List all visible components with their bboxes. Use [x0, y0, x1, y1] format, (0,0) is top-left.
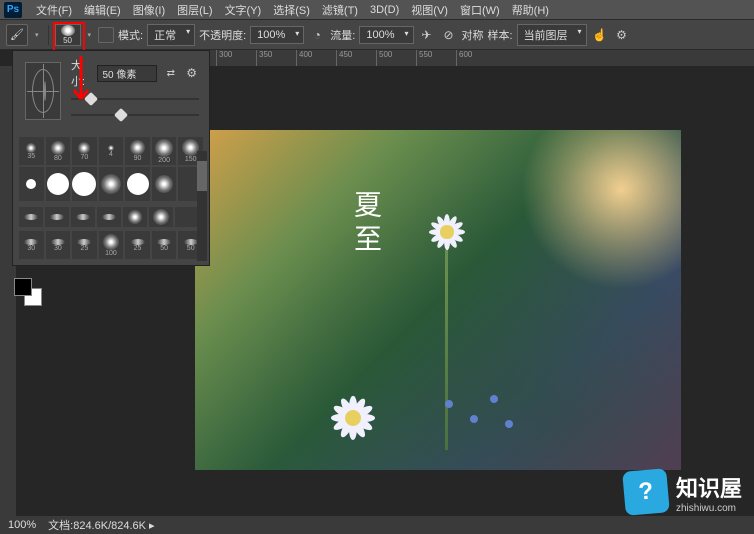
- brush-preview-dot: [61, 25, 75, 36]
- pressure-opacity-icon[interactable]: ◔: [308, 26, 326, 44]
- menu-file[interactable]: 文件(F): [30, 2, 78, 18]
- brush-preset-picker[interactable]: 50: [55, 24, 81, 46]
- brush-preset-grid: 35 80 70 4 90 200 150: [13, 131, 209, 207]
- blend-mode-select[interactable]: 正常: [147, 24, 195, 46]
- document-canvas[interactable]: 夏至: [195, 130, 681, 470]
- brush-angle-preview[interactable]: [25, 62, 61, 120]
- brush-preset[interactable]: [175, 207, 199, 227]
- menu-layer[interactable]: 图层(L): [171, 2, 218, 18]
- brush-size-number: 50: [63, 36, 72, 45]
- watermark-en: zhishiwu.com: [676, 503, 742, 514]
- brush-preset[interactable]: 70: [72, 137, 97, 165]
- menu-bar: Ps 文件(F) 编辑(E) 图像(I) 图层(L) 文字(Y) 选择(S) 滤…: [0, 0, 754, 20]
- brush-preset[interactable]: [123, 207, 147, 227]
- gear-icon[interactable]: ⚙: [184, 64, 199, 82]
- flow-label: 流量:: [330, 27, 355, 43]
- brush-preset[interactable]: 4: [99, 137, 124, 165]
- brush-preset[interactable]: 50: [152, 231, 177, 259]
- smoothing-label: 对称: [462, 27, 484, 43]
- hardness-slider[interactable]: [71, 109, 199, 121]
- brush-preset[interactable]: 30: [46, 231, 71, 259]
- brush-preset[interactable]: [46, 167, 71, 201]
- zoom-level[interactable]: 100%: [8, 519, 36, 531]
- opacity-label: 不透明度:: [199, 27, 246, 43]
- brush-preset[interactable]: 90: [125, 137, 150, 165]
- brush-preset[interactable]: 25: [125, 231, 150, 259]
- brush-preset[interactable]: [149, 207, 173, 227]
- menu-filter[interactable]: 滤镜(T): [316, 2, 364, 18]
- flow-input[interactable]: 100%: [359, 26, 413, 44]
- brush-preset-panel: 大小: ⇄ ⚙ 35 80 70 4 90 200 150: [12, 50, 210, 266]
- menu-image[interactable]: 图像(I): [127, 2, 171, 18]
- options-bar: 🖌 ▾ 50 ▾ 模式: 正常 不透明度: 100% ◔ 流量: 100% ✈ …: [0, 20, 754, 50]
- watermark: ? 知识屋 zhishiwu.com: [624, 470, 742, 514]
- status-bar: 100% 文档:824.6K/824.6K ▸: [0, 516, 754, 534]
- flip-icon[interactable]: ⇄: [163, 64, 178, 82]
- pressure-size-icon[interactable]: ⊘: [440, 26, 458, 44]
- color-swatches[interactable]: [14, 278, 42, 306]
- sample-select[interactable]: 当前图层: [517, 24, 587, 46]
- menu-edit[interactable]: 编辑(E): [78, 2, 127, 18]
- menu-type[interactable]: 文字(Y): [219, 2, 268, 18]
- airbrush-icon[interactable]: ✈: [418, 26, 436, 44]
- menu-select[interactable]: 选择(S): [267, 2, 316, 18]
- brush-preset[interactable]: [71, 207, 95, 227]
- watermark-cn: 知识屋: [676, 471, 742, 503]
- menu-3d[interactable]: 3D(D): [364, 4, 405, 16]
- size-slider[interactable]: [71, 93, 199, 105]
- doc-info: 824.6K/824.6K: [73, 520, 146, 532]
- brush-special-row: [13, 207, 209, 231]
- brush-preset-grid-2: 30 30 25 100 25 50 50: [13, 231, 209, 265]
- brush-size-input[interactable]: [97, 65, 157, 82]
- size-label: 大小:: [71, 57, 92, 89]
- chevron-down-icon[interactable]: ▾: [32, 31, 42, 39]
- scrollbar[interactable]: [197, 151, 207, 261]
- brush-preset[interactable]: [72, 167, 97, 201]
- menu-view[interactable]: 视图(V): [405, 2, 454, 18]
- brush-preset[interactable]: [125, 167, 150, 201]
- chevron-down-icon[interactable]: ▾: [85, 31, 95, 39]
- brush-preset[interactable]: 80: [46, 137, 71, 165]
- sample-label: 样本:: [488, 27, 513, 43]
- brush-preset[interactable]: [97, 207, 121, 227]
- gear-icon[interactable]: ⚙: [613, 26, 631, 44]
- watermark-icon: ?: [622, 468, 670, 516]
- flower-stem: [445, 250, 448, 450]
- divider: [48, 25, 49, 45]
- menu-window[interactable]: 窗口(W): [454, 2, 506, 18]
- opacity-input[interactable]: 100%: [250, 26, 304, 44]
- canvas-blur: [195, 130, 681, 470]
- mode-label: 模式:: [118, 27, 143, 43]
- brush-preset[interactable]: 100: [99, 231, 124, 259]
- brush-preset[interactable]: 200: [152, 137, 177, 165]
- brush-preset[interactable]: 25: [72, 231, 97, 259]
- brush-preset[interactable]: 35: [19, 137, 44, 165]
- brush-panel-toggle[interactable]: [98, 27, 114, 43]
- brush-preset[interactable]: [99, 167, 124, 201]
- app-logo: Ps: [4, 2, 22, 18]
- brush-preset[interactable]: [19, 167, 44, 201]
- tool-preset-picker[interactable]: 🖌: [6, 24, 28, 46]
- menu-help[interactable]: 帮助(H): [506, 2, 555, 18]
- daisy-flower: [325, 390, 381, 446]
- doc-label: 文档:: [48, 520, 73, 532]
- foreground-color-swatch[interactable]: [14, 278, 32, 296]
- daisy-flower: [425, 210, 469, 254]
- brush-preset[interactable]: [152, 167, 177, 201]
- brush-preset[interactable]: [19, 207, 43, 227]
- brush-preset[interactable]: [45, 207, 69, 227]
- finger-icon[interactable]: ☝: [591, 26, 609, 44]
- canvas-text: 夏至: [345, 190, 385, 258]
- brush-preset[interactable]: 30: [19, 231, 44, 259]
